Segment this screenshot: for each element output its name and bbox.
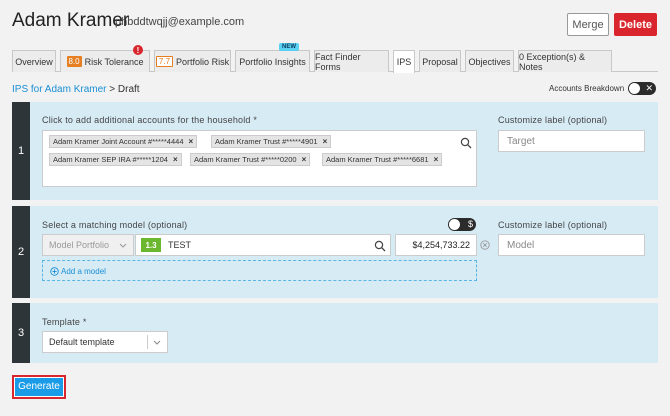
alert-icon: !	[133, 45, 143, 55]
account-chip-label: Adam Kramer Trust #*****4901	[215, 137, 318, 146]
account-chip-label: Adam Kramer Trust #*****0200	[194, 155, 297, 164]
template-label: Template *	[42, 317, 87, 327]
tab-label: IPS	[396, 57, 412, 67]
section-model: 2 Select a matching model (optional) $ M…	[12, 206, 658, 298]
toggle-knob	[449, 219, 460, 230]
model-score-badge: 1.3	[141, 238, 161, 252]
customize-label-input-model[interactable]: Model	[498, 234, 645, 256]
section-template: 3 Template * Default template	[12, 303, 658, 363]
dollar-icon: $	[467, 219, 473, 229]
generate-button[interactable]: Generate	[12, 375, 66, 399]
tab-ips[interactable]: IPS	[393, 50, 415, 73]
section-number: 1	[12, 102, 30, 200]
remove-chip-icon[interactable]: ×	[173, 155, 178, 164]
tab-objectives[interactable]: Objectives	[465, 50, 514, 72]
breadcrumb-current: Draft	[117, 84, 140, 95]
section-accounts: 1 Click to add additional accounts for t…	[12, 102, 658, 200]
add-model-button[interactable]: Add a model	[42, 260, 477, 281]
accounts-breakdown-label: Accounts Breakdown	[549, 84, 625, 93]
add-model-label: Add a model	[61, 267, 106, 276]
customize-label-heading: Customize label (optional)	[498, 220, 608, 230]
page-header: Adam Kramer phbddtwqjj@example.com Merge…	[0, 0, 670, 44]
customize-label-heading: Customize label (optional)	[498, 115, 608, 125]
tab-label: Risk Tolerance	[84, 56, 144, 67]
chevron-down-icon	[153, 340, 161, 345]
tab-bar: Overview 8.0 Risk Tolerance ! 7.7 Portfo…	[12, 43, 658, 73]
tab-label: 0 Exception(s) & Notes	[519, 51, 586, 72]
select-value: Model Portfolio	[49, 240, 110, 250]
tab-label: Portfolio Insights	[239, 56, 306, 67]
model-type-select[interactable]: Model Portfolio	[42, 234, 134, 256]
account-chip: Adam Kramer SEP IRA #*****1204 ×	[49, 153, 182, 166]
model-name: TEST	[168, 240, 192, 250]
tab-overview[interactable]: Overview	[12, 50, 56, 72]
clear-icon[interactable]	[480, 240, 490, 250]
input-placeholder: Target	[507, 136, 535, 147]
model-search-input[interactable]: 1.3 TEST	[135, 234, 391, 256]
tab-label: Proposal	[422, 56, 458, 67]
account-chip: Adam Kramer Trust #*****0200 ×	[190, 153, 311, 166]
portfolio-risk-score-badge: 7.7	[155, 56, 174, 67]
tab-label: Fact Finder Forms	[315, 51, 361, 72]
breadcrumb-separator: >	[109, 84, 116, 95]
account-chip-label: Adam Kramer Trust #*****6681	[326, 155, 429, 164]
account-chip-label: Adam Kramer Joint Account #*****4444	[53, 137, 184, 146]
tab-portfolio-insights[interactable]: Portfolio Insights NEW	[235, 43, 310, 72]
plus-circle-icon	[50, 267, 59, 276]
model-dollar-toggle[interactable]: $	[448, 218, 476, 231]
accounts-breakdown-toggle[interactable]: ✕	[628, 82, 656, 95]
tab-portfolio-risk[interactable]: 7.7 Portfolio Risk	[154, 50, 231, 72]
tab-label: Overview	[15, 56, 53, 67]
tab-exceptions-notes[interactable]: 0 Exception(s) & Notes	[518, 50, 612, 72]
risk-score-badge: 8.0	[66, 56, 82, 67]
model-label: Select a matching model (optional)	[42, 220, 188, 230]
select-divider	[147, 335, 148, 349]
section-number: 3	[12, 303, 30, 363]
search-icon[interactable]	[460, 137, 472, 149]
account-chip: Adam Kramer Trust #*****4901 ×	[211, 135, 332, 148]
tab-fact-finder-forms[interactable]: Fact Finder Forms	[314, 50, 389, 72]
account-chip: Adam Kramer Joint Account #*****4444 ×	[49, 135, 198, 148]
generate-label: Generate	[14, 377, 64, 397]
tab-risk-tolerance[interactable]: 8.0 Risk Tolerance !	[60, 45, 150, 72]
tab-proposal[interactable]: Proposal	[419, 50, 461, 72]
input-placeholder: Model	[507, 240, 535, 251]
remove-chip-icon[interactable]: ×	[434, 155, 439, 164]
model-amount-input[interactable]: $4,254,733.22	[395, 234, 477, 256]
breadcrumb: IPS for Adam Kramer > Draft	[12, 84, 140, 95]
customize-label-input-target[interactable]: Target	[498, 130, 645, 152]
client-email: phbddtwqjj@example.com	[115, 16, 245, 28]
remove-chip-icon[interactable]: ×	[323, 137, 328, 146]
toggle-knob	[629, 83, 640, 94]
new-badge: NEW	[279, 43, 299, 51]
tab-label: Portfolio Risk	[176, 56, 230, 67]
breadcrumb-link[interactable]: IPS for Adam Kramer	[12, 84, 106, 95]
chevron-down-icon	[119, 243, 127, 248]
account-chip: Adam Kramer Trust #*****6681 ×	[322, 153, 443, 166]
merge-button[interactable]: Merge	[567, 13, 609, 36]
account-chip-label: Adam Kramer SEP IRA #*****1204	[53, 155, 168, 164]
template-select[interactable]: Default template	[42, 331, 168, 353]
select-value: Default template	[49, 337, 115, 347]
remove-chip-icon[interactable]: ×	[302, 155, 307, 164]
section-number: 2	[12, 206, 30, 298]
remove-chip-icon[interactable]: ×	[189, 137, 194, 146]
close-icon: ✕	[645, 83, 653, 93]
delete-button[interactable]: Delete	[614, 13, 657, 36]
tab-label: Objectives	[468, 56, 511, 67]
accounts-multiselect[interactable]: Adam Kramer Joint Account #*****4444 × A…	[42, 130, 477, 187]
client-name: Adam Kramer	[12, 10, 130, 31]
accounts-label: Click to add additional accounts for the…	[42, 115, 258, 125]
amount-value: $4,254,733.22	[412, 240, 470, 250]
search-icon[interactable]	[374, 240, 386, 252]
